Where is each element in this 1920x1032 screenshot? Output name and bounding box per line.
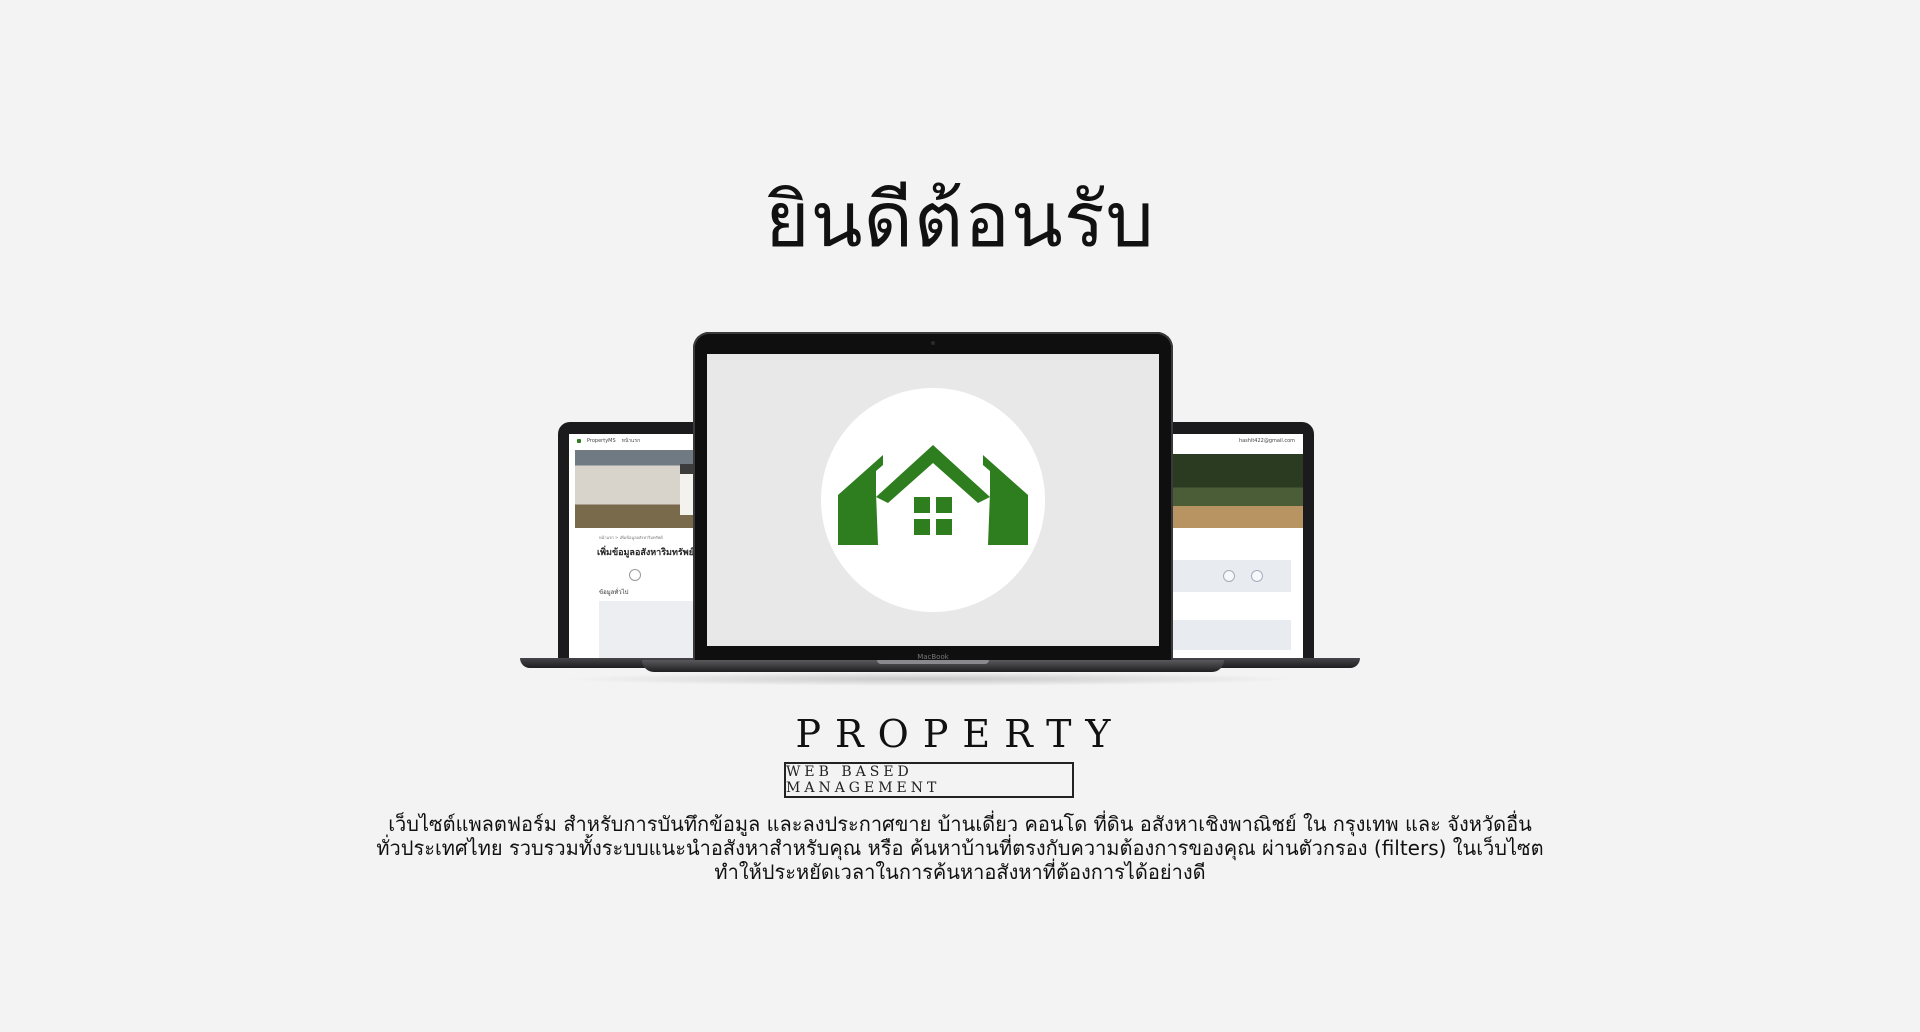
welcome-heading: ยินดีต้อนรับ xyxy=(765,175,1155,264)
camera-dot xyxy=(931,341,935,345)
mini-logo-icon xyxy=(577,439,581,443)
description-line: เว็บไซต์แพลตฟอร์ม สำหรับการบันทึกข้อมูล … xyxy=(388,812,1532,836)
house-logo-icon xyxy=(838,445,1028,545)
mini-brand: PropertyMS xyxy=(587,438,616,444)
description: เว็บไซต์แพลตฟอร์ม สำหรับการบันทึกข้อมูล … xyxy=(360,812,1560,884)
mini-user-email: hashlt422@gmail.com xyxy=(1238,438,1295,444)
device-mockup: PropertyMS หน้าแรก หน้าแรก > เพิ่มข้อมูล… xyxy=(0,320,1920,686)
brand-tagline: WEB BASED MANAGEMENT xyxy=(786,764,941,796)
mini-list-panel xyxy=(1171,620,1291,650)
mini-step-icon xyxy=(629,569,641,581)
description-line: ทำให้ประหยัดเวลาในการค้นหาอสังหาที่ต้องก… xyxy=(714,860,1206,884)
landing-page: ยินดีต้อนรับ PropertyMS หน้าแรก หน้าแรก … xyxy=(0,0,1920,1032)
eye-icon xyxy=(1223,570,1235,582)
description-line: ทั่วประเทศไทย รวบรวมทั้งระบบแนะนำอสังหาส… xyxy=(376,836,1544,860)
macbook-screen xyxy=(707,354,1159,646)
brand-name: PROPERTY xyxy=(795,712,1125,756)
logo-circle xyxy=(821,388,1045,612)
brand-tagline-box: WEB BASED MANAGEMENT xyxy=(784,762,1074,798)
device-shadow xyxy=(560,672,1300,686)
macbook-notch xyxy=(877,660,989,664)
eye-icon xyxy=(1251,570,1263,582)
mini-nav-link: หน้าแรก xyxy=(621,438,641,444)
center-macbook: MacBook xyxy=(693,332,1173,662)
